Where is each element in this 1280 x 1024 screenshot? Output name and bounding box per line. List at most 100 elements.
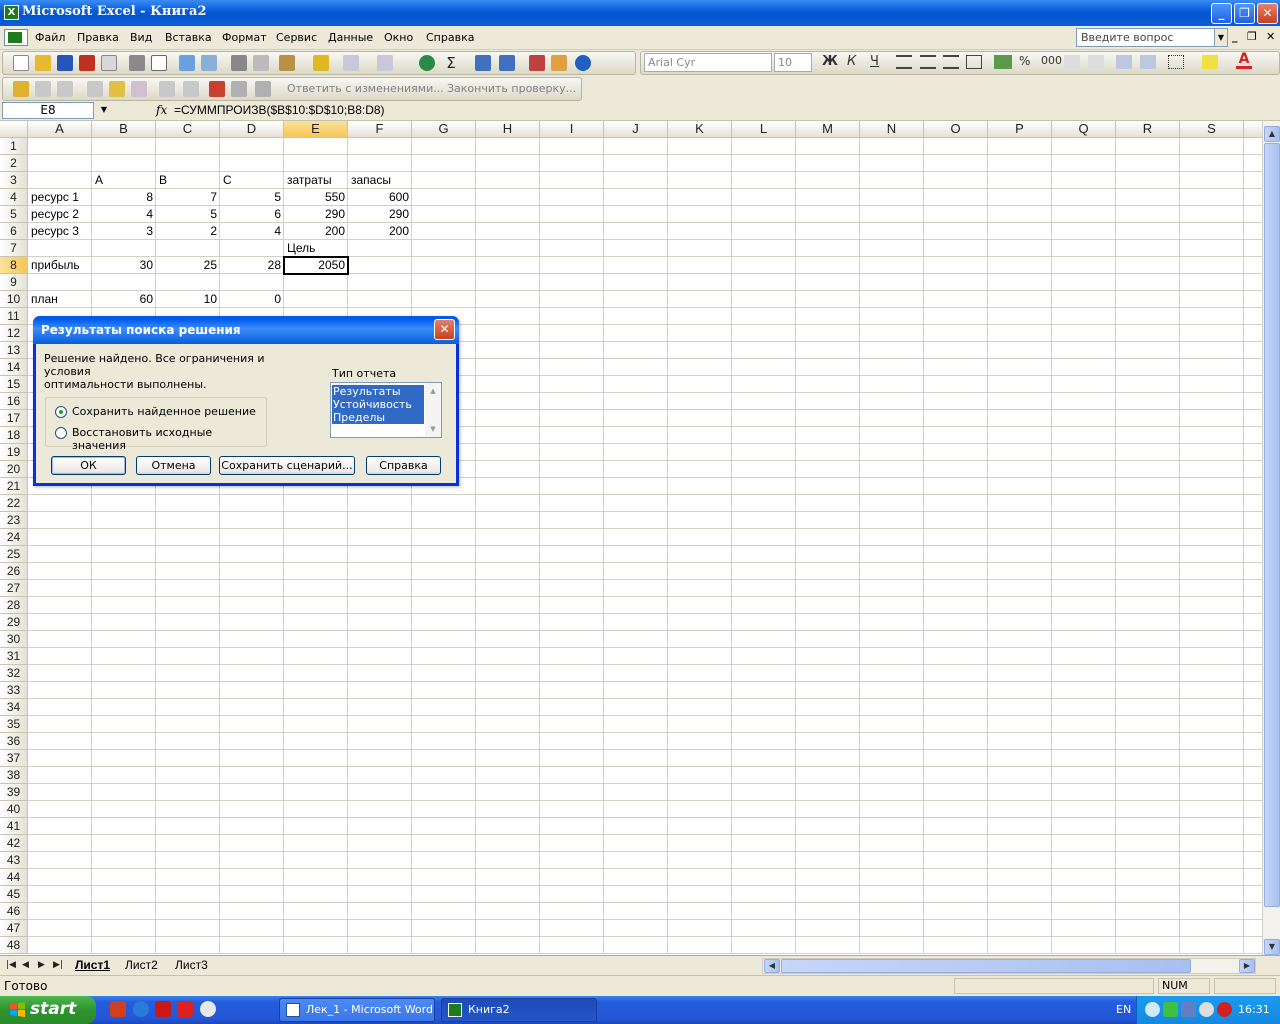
cell-e4[interactable]: 550 bbox=[284, 189, 348, 206]
row-header-3[interactable]: 3 bbox=[0, 172, 28, 189]
row-header-35[interactable]: 35 bbox=[0, 716, 28, 733]
next-sheet-icon[interactable]: ▶ bbox=[38, 960, 45, 970]
menu-view[interactable]: Вид bbox=[130, 31, 152, 44]
restore-button[interactable]: ❐ bbox=[1234, 3, 1255, 24]
copy-icon[interactable] bbox=[253, 55, 269, 71]
save-icon[interactable] bbox=[57, 55, 73, 71]
close-button[interactable]: ✕ bbox=[1257, 3, 1278, 24]
row-header-25[interactable]: 25 bbox=[0, 546, 28, 563]
tray-update-icon[interactable] bbox=[1199, 1002, 1214, 1017]
row-header-28[interactable]: 28 bbox=[0, 597, 28, 614]
decrease-decimal-icon[interactable] bbox=[1088, 55, 1104, 69]
borders-icon[interactable] bbox=[1168, 55, 1184, 69]
dialog-close-button[interactable]: ✕ bbox=[434, 319, 455, 340]
row-header-42[interactable]: 42 bbox=[0, 835, 28, 852]
row-header-29[interactable]: 29 bbox=[0, 614, 28, 631]
report-type-list[interactable]: Результаты Устойчивость Пределы ▲ ▼ bbox=[330, 382, 442, 438]
insert-function-icon[interactable]: fx bbox=[156, 103, 167, 117]
cell-f5[interactable]: 290 bbox=[348, 206, 412, 223]
spreadsheet-grid[interactable]: A B C D E F G H I J K L M N O P Q R S 1 2 3 4 5 6 7 8 9 10 11 12 13 14 15… bbox=[0, 121, 1262, 955]
cell-a5[interactable]: ресурс 2 bbox=[28, 206, 92, 223]
minimize-button[interactable]: _ bbox=[1211, 3, 1232, 24]
language-indicator[interactable]: EN bbox=[1116, 1003, 1131, 1016]
menu-tools[interactable]: Сервис bbox=[276, 31, 317, 44]
column-header-i[interactable]: I bbox=[540, 121, 604, 138]
new-document-icon[interactable] bbox=[13, 55, 29, 71]
undo-icon[interactable] bbox=[343, 55, 359, 71]
help-icon[interactable] bbox=[575, 55, 591, 71]
cell-c4[interactable]: 7 bbox=[156, 189, 220, 206]
row-header-47[interactable]: 47 bbox=[0, 920, 28, 937]
column-header-partial[interactable] bbox=[1244, 121, 1262, 138]
formula-input[interactable]: =СУММПРОИЗВ($B$10:$D$10;B8:D8) bbox=[174, 103, 385, 117]
column-header-f[interactable]: F bbox=[348, 121, 412, 138]
column-header-l[interactable]: L bbox=[732, 121, 796, 138]
merge-center-icon[interactable] bbox=[966, 55, 982, 69]
cell-f3[interactable]: запасы bbox=[348, 172, 412, 189]
ask-question-input[interactable]: Введите вопрос bbox=[1076, 28, 1216, 47]
row-header-45[interactable]: 45 bbox=[0, 886, 28, 903]
row-header-41[interactable]: 41 bbox=[0, 818, 28, 835]
cell-e3[interactable]: затраты bbox=[284, 172, 348, 189]
review-track-icon[interactable] bbox=[159, 81, 175, 97]
decrease-indent-icon[interactable] bbox=[1116, 55, 1132, 69]
keep-solution-label[interactable]: Сохранить найденное решение bbox=[72, 405, 256, 418]
review-insert-icon[interactable] bbox=[35, 81, 51, 97]
row-header-6[interactable]: 6 bbox=[0, 223, 28, 240]
row-header-11[interactable]: 11 bbox=[0, 308, 28, 325]
review-send-icon[interactable] bbox=[231, 81, 247, 97]
percent-button[interactable]: % bbox=[1019, 54, 1030, 68]
cell-a4[interactable]: ресурс 1 bbox=[28, 189, 92, 206]
font-size-select[interactable]: 10 bbox=[774, 53, 812, 72]
cell-d4[interactable]: 5 bbox=[220, 189, 284, 206]
row-header-5[interactable]: 5 bbox=[0, 206, 28, 223]
row-header-38[interactable]: 38 bbox=[0, 767, 28, 784]
cell-c3[interactable]: B bbox=[156, 172, 220, 189]
review-mail-icon[interactable] bbox=[255, 81, 271, 97]
sort-descending-icon[interactable] bbox=[499, 55, 515, 71]
menu-help[interactable]: Справка bbox=[426, 31, 474, 44]
row-header-46[interactable]: 46 bbox=[0, 903, 28, 920]
row-header-17[interactable]: 17 bbox=[0, 410, 28, 427]
cell-e7[interactable]: Цель bbox=[284, 240, 348, 257]
email-icon[interactable] bbox=[101, 55, 117, 71]
scroll-left-icon[interactable]: ◀ bbox=[764, 959, 780, 973]
row-header-13[interactable]: 13 bbox=[0, 342, 28, 359]
review-accept-icon[interactable] bbox=[183, 81, 199, 97]
review-edit-icon[interactable] bbox=[57, 81, 73, 97]
row-header-9[interactable]: 9 bbox=[0, 274, 28, 291]
row-header-20[interactable]: 20 bbox=[0, 461, 28, 478]
cell-c8[interactable]: 25 bbox=[156, 257, 220, 274]
sort-ascending-icon[interactable] bbox=[475, 55, 491, 71]
row-header-18[interactable]: 18 bbox=[0, 427, 28, 444]
chevron-down-icon[interactable]: ▼ bbox=[426, 422, 440, 436]
row-header-24[interactable]: 24 bbox=[0, 529, 28, 546]
column-header-r[interactable]: R bbox=[1116, 121, 1180, 138]
cell-c6[interactable]: 2 bbox=[156, 223, 220, 240]
row-header-44[interactable]: 44 bbox=[0, 869, 28, 886]
column-header-p[interactable]: P bbox=[988, 121, 1052, 138]
row-header-15[interactable]: 15 bbox=[0, 376, 28, 393]
menu-edit[interactable]: Правка bbox=[77, 31, 119, 44]
cell-d5[interactable]: 6 bbox=[220, 206, 284, 223]
quicklaunch-opera-icon[interactable] bbox=[110, 1001, 126, 1017]
cell-e5[interactable]: 290 bbox=[284, 206, 348, 223]
vertical-scrollbar[interactable]: ▲ ▼ bbox=[1262, 121, 1280, 955]
bold-button[interactable]: Ж bbox=[822, 54, 838, 69]
cell-d6[interactable]: 4 bbox=[220, 223, 284, 240]
row-header-40[interactable]: 40 bbox=[0, 801, 28, 818]
cell-b10[interactable]: 60 bbox=[92, 291, 156, 308]
row-header-39[interactable]: 39 bbox=[0, 784, 28, 801]
review-delete-icon[interactable] bbox=[131, 81, 147, 97]
cell-b4[interactable]: 8 bbox=[92, 189, 156, 206]
name-box[interactable]: E8 bbox=[2, 102, 94, 119]
cell-a8[interactable]: прибыль bbox=[28, 257, 92, 274]
cell-b6[interactable]: 3 bbox=[92, 223, 156, 240]
research-icon[interactable] bbox=[201, 55, 217, 71]
tray-network-icon[interactable] bbox=[1181, 1002, 1196, 1017]
row-header-2[interactable]: 2 bbox=[0, 155, 28, 172]
row-header-10[interactable]: 10 bbox=[0, 291, 28, 308]
cell-e6[interactable]: 200 bbox=[284, 223, 348, 240]
report-list-scrollbar[interactable]: ▲ ▼ bbox=[425, 383, 441, 437]
chevron-up-icon[interactable]: ▲ bbox=[426, 384, 440, 398]
